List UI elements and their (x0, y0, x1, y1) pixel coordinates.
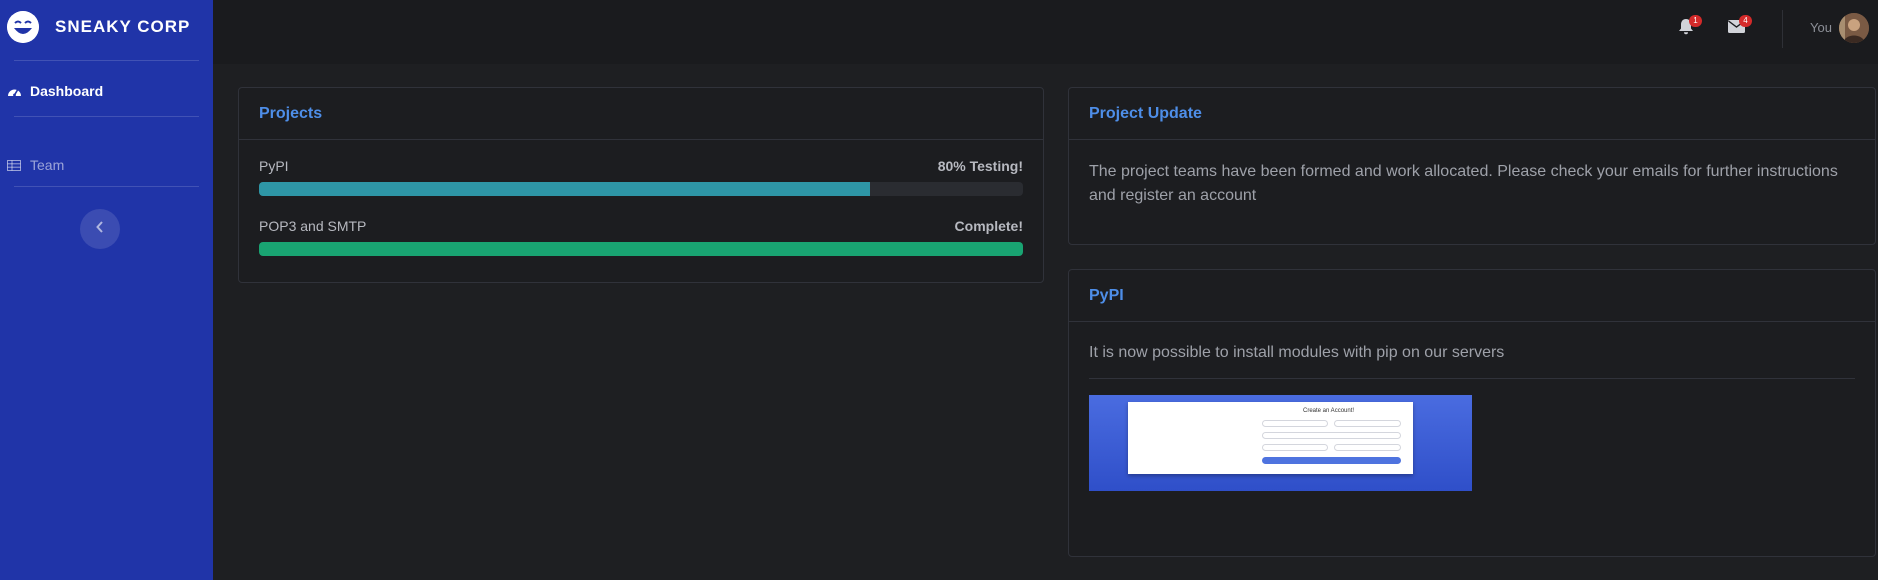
screenshot-title: Create an Account! (1303, 408, 1355, 414)
card-title: PyPI (1089, 286, 1124, 304)
projects-card: Projects PyPI 80% Testing! POP3 and SMTP… (238, 87, 1044, 283)
card-body: The project teams have been formed and w… (1069, 140, 1875, 226)
brand[interactable]: SNEAKY CORP (7, 11, 190, 43)
project-name: POP3 and SMTP (259, 218, 367, 234)
project-update-card: Project Update The project teams have be… (1068, 87, 1876, 245)
preview-field (1262, 432, 1401, 439)
progress-fill (259, 242, 1023, 256)
preview-field (1262, 420, 1328, 427)
update-text: The project teams have been formed and w… (1089, 163, 1838, 204)
laughing-face-logo-icon (7, 11, 39, 43)
project-item: PyPI 80% Testing! (259, 158, 1023, 196)
progress-bar (259, 182, 1023, 196)
sidebar-divider (14, 116, 199, 117)
preview-field (1334, 420, 1401, 427)
card-header: Projects (239, 88, 1043, 140)
sidebar-item-label: Team (30, 157, 65, 173)
sidebar: SNEAKY CORP Dashboard Team (0, 0, 213, 580)
sidebar-toggle-button[interactable] (80, 209, 120, 249)
card-title: Projects (259, 104, 323, 122)
sidebar-divider (14, 60, 199, 61)
project-item: POP3 and SMTP Complete! (259, 218, 1023, 256)
register-form-preview: Create an Account! (1128, 402, 1413, 474)
alerts-count-badge: 1 (1689, 15, 1702, 27)
card-header: Project Update (1069, 88, 1875, 140)
card-header: PyPI (1069, 270, 1875, 322)
pypi-text: It is now possible to install modules wi… (1089, 344, 1505, 361)
topbar: 1 4 You (213, 0, 1878, 64)
sidebar-item-label: Dashboard (30, 83, 104, 99)
preview-field (1334, 444, 1401, 451)
sidebar-item-team[interactable]: Team (6, 157, 64, 173)
progress-bar (259, 242, 1023, 256)
tachometer-icon (6, 83, 22, 99)
table-icon (6, 157, 22, 173)
topbar-divider (1782, 10, 1783, 48)
preview-field (1262, 444, 1328, 451)
project-status: 80% Testing! (937, 158, 1023, 174)
messages-count-badge: 4 (1739, 15, 1752, 27)
brand-name: SNEAKY CORP (55, 17, 191, 36)
sidebar-item-dashboard[interactable]: Dashboard (6, 83, 103, 99)
divider (1089, 378, 1855, 379)
project-name: PyPI (259, 158, 289, 174)
avatar[interactable] (1839, 13, 1869, 43)
projects-list: PyPI 80% Testing! POP3 and SMTP Complete… (239, 140, 1043, 274)
messages-button[interactable]: 4 (1728, 15, 1752, 38)
pypi-card: PyPI It is now possible to install modul… (1068, 269, 1876, 557)
project-status: Complete! (954, 218, 1023, 234)
sidebar-divider (14, 186, 199, 187)
user-name[interactable]: You (1810, 20, 1832, 35)
chevron-left-icon (96, 220, 104, 238)
preview-register-button (1262, 457, 1401, 464)
card-body: It is now possible to install modules wi… (1069, 322, 1875, 509)
card-title: Project Update (1089, 104, 1202, 122)
alerts-button[interactable]: 1 (1678, 15, 1702, 38)
progress-fill (259, 182, 871, 196)
register-screenshot-image: Create an Account! (1089, 395, 1472, 491)
